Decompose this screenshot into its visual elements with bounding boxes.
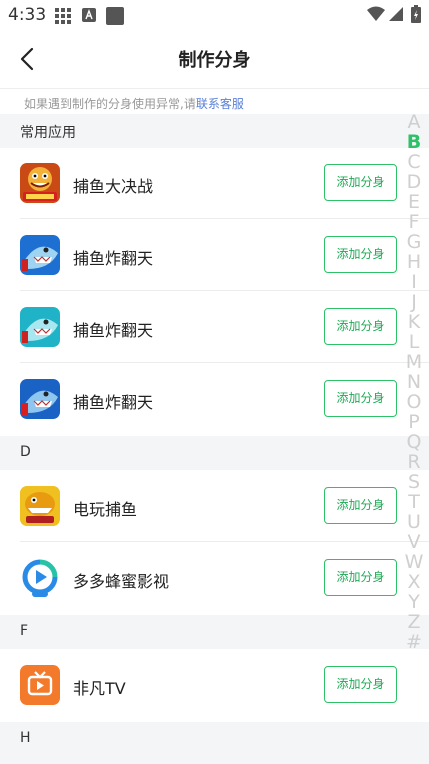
section-header-d: D — [0, 436, 429, 470]
index-letter-z[interactable]: Z — [400, 612, 428, 632]
wifi-icon — [367, 6, 385, 21]
add-clone-button[interactable]: 添加分身 — [324, 164, 397, 201]
app-row: 捕鱼炸翻天 添加分身 — [0, 220, 429, 291]
add-clone-button[interactable]: 添加分身 — [324, 666, 397, 703]
section-label: H — [20, 730, 31, 746]
golden-fish-icon — [20, 486, 60, 526]
signal-icon — [389, 7, 403, 21]
battery-icon — [411, 5, 421, 23]
grid-icon — [55, 8, 71, 24]
app-row: 非凡TV 添加分身 — [0, 650, 429, 721]
shark-game-icon — [20, 235, 60, 275]
section-header-f: F — [0, 615, 429, 649]
app-row: 多多蜂蜜影视 添加分身 — [0, 543, 429, 614]
index-letter-l[interactable]: L — [400, 332, 428, 352]
index-letter-o[interactable]: O — [400, 392, 428, 412]
add-clone-button[interactable]: 添加分身 — [324, 308, 397, 345]
index-letter-n[interactable]: N — [400, 372, 428, 392]
tv-icon — [20, 665, 60, 705]
row-divider — [20, 362, 429, 363]
notice-text: 如果遇到制作的分身使用异常,请 — [24, 97, 196, 111]
section-header-h: H — [0, 722, 429, 764]
status-time: 4:33 — [8, 5, 47, 25]
add-clone-button[interactable]: 添加分身 — [324, 380, 397, 417]
section-header-common: 常用应用 — [0, 114, 429, 148]
font-icon — [82, 8, 96, 22]
shark-game-icon — [20, 307, 60, 347]
index-letter-d[interactable]: D — [400, 172, 428, 192]
app-name: 非凡TV — [73, 679, 126, 698]
app-name: 捕鱼大决战 — [73, 177, 154, 196]
app-row: 捕鱼炸翻天 添加分身 — [0, 292, 429, 363]
index-letter-u[interactable]: U — [400, 512, 428, 532]
index-letter-r[interactable]: R — [400, 452, 428, 472]
shark-game-icon — [20, 379, 60, 419]
index-letter-e[interactable]: E — [400, 192, 428, 212]
alphabet-index-bar[interactable]: A B C D E F G H I J K L M N O P Q R S T U V W X Y Z # — [400, 112, 428, 652]
square-icon — [106, 7, 124, 25]
status-bar: 4:33 — [0, 0, 429, 30]
index-letter-q[interactable]: Q — [400, 432, 428, 452]
index-letter-k[interactable]: K — [400, 312, 428, 332]
index-letter-m[interactable]: M — [400, 352, 428, 372]
section-label: 常用应用 — [20, 125, 76, 141]
index-letter-w[interactable]: W — [400, 552, 428, 572]
index-letter-v[interactable]: V — [400, 532, 428, 552]
app-name: 多多蜂蜜影视 — [73, 572, 170, 591]
index-letter-x[interactable]: X — [400, 572, 428, 592]
fish-game-icon — [20, 163, 60, 203]
index-letter-hash[interactable]: # — [400, 632, 428, 652]
app-name: 捕鱼炸翻天 — [73, 321, 154, 340]
index-letter-t[interactable]: T — [400, 492, 428, 512]
add-clone-button[interactable]: 添加分身 — [324, 487, 397, 524]
app-name: 捕鱼炸翻天 — [73, 393, 154, 412]
app-name: 捕鱼炸翻天 — [73, 249, 154, 268]
section-label: D — [20, 444, 31, 460]
index-letter-f[interactable]: F — [400, 212, 428, 232]
row-divider — [20, 290, 429, 291]
contact-service-link[interactable]: 联系客服 — [196, 97, 244, 111]
row-divider — [20, 541, 429, 542]
app-name: 电玩捕鱼 — [73, 500, 138, 519]
page-title: 制作分身 — [178, 50, 251, 71]
index-letter-b[interactable]: B — [400, 132, 428, 152]
section-label: F — [20, 623, 29, 639]
index-letter-y[interactable]: Y — [400, 592, 428, 612]
index-letter-i[interactable]: I — [400, 272, 428, 292]
index-letter-g[interactable]: G — [400, 232, 428, 252]
index-letter-c[interactable]: C — [400, 152, 428, 172]
app-row: 电玩捕鱼 添加分身 — [0, 471, 429, 542]
add-clone-button[interactable]: 添加分身 — [324, 236, 397, 273]
index-letter-s[interactable]: S — [400, 472, 428, 492]
index-letter-j[interactable]: J — [400, 292, 428, 312]
row-divider — [20, 218, 429, 219]
index-letter-a[interactable]: A — [400, 112, 428, 132]
nav-bar: 制作分身 — [0, 30, 429, 88]
app-row: 捕鱼大决战 添加分身 — [0, 148, 429, 219]
app-row: 捕鱼炸翻天 添加分身 — [0, 364, 429, 435]
add-clone-button[interactable]: 添加分身 — [324, 559, 397, 596]
notice-bar: 如果遇到制作的分身使用异常,请联系客服 — [0, 88, 429, 115]
index-letter-p[interactable]: P — [400, 412, 428, 432]
video-play-icon — [20, 558, 60, 598]
index-letter-h[interactable]: H — [400, 252, 428, 272]
